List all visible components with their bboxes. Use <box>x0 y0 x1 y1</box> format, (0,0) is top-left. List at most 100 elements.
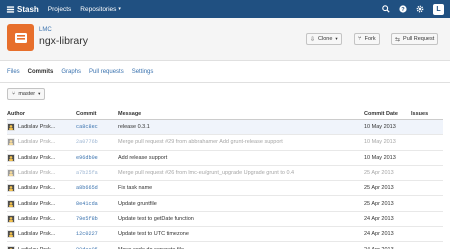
stash-logo-icon <box>6 5 15 13</box>
table-row[interactable]: Ladislav Prsk... a7b25fa Merge pull reques… <box>7 166 443 182</box>
author-name: Ladislav Prsk... <box>18 200 56 207</box>
project-name[interactable]: LMC <box>39 27 52 33</box>
nav-projects[interactable]: Projects <box>48 6 71 13</box>
nav-repositories[interactable]: Repositories ▾ <box>80 6 121 13</box>
tab-settings[interactable]: Settings <box>132 69 154 75</box>
commit-date: 24 Apr 2013 <box>364 215 394 222</box>
commit-date: 10 May 2013 <box>364 154 396 161</box>
commit-date: 10 May 2013 <box>364 139 396 146</box>
commit-message: Update test to UTC timezone <box>118 231 189 238</box>
table-body: Ladislav Prsk... ca8c8ec release 0.3.1 10 M… <box>7 120 443 249</box>
commits-table: Author Commit Message Commit Date Issues… <box>7 109 443 249</box>
search-icon[interactable] <box>382 5 390 13</box>
nav-repositories-label: Repositories <box>80 5 117 13</box>
repo-name: ngx-library <box>39 35 89 47</box>
commit-date: 25 Apr 2013 <box>364 200 394 207</box>
avatar-letter: L <box>436 5 441 13</box>
commit-hash-link[interactable]: 2a0776b <box>76 139 118 145</box>
commit-message: Add release support <box>118 154 168 161</box>
branch-icon: ⑂ <box>12 91 16 97</box>
commit-message: release 0.3.1 <box>118 124 150 131</box>
commit-hash-link[interactable]: 12c0227 <box>76 231 118 237</box>
help-icon[interactable]: ? <box>399 5 407 13</box>
table-row[interactable]: Ladislav Prsk... 2a0776b Merge pull reques… <box>7 135 443 151</box>
header-message: Message <box>118 111 142 117</box>
table-header: Author Commit Message Commit Date Issues <box>7 109 443 120</box>
user-icon <box>8 124 14 131</box>
commit-hash-link[interactable]: 79e5f8b <box>76 216 118 222</box>
commit-message: Merge pull request #29 from abbrahamer A… <box>118 139 283 146</box>
user-icon <box>8 231 14 238</box>
pull-request-button[interactable]: ⇆ Pull Request <box>391 33 439 45</box>
commit-hash-link[interactable]: a7b25fa <box>76 170 118 176</box>
fork-icon: ⑂ <box>358 36 362 42</box>
author-avatar <box>7 169 15 178</box>
table-row[interactable]: Ladislav Prsk... 12c0227 Update test to UT… <box>7 227 443 243</box>
author-avatar <box>7 214 15 223</box>
user-icon <box>8 170 14 177</box>
author-name: Ladislav Prsk... <box>18 139 56 146</box>
download-icon: ⇩ <box>310 36 316 43</box>
table-row[interactable]: Ladislav Prsk... ca8c8ec release 0.3.1 10 M… <box>7 120 443 136</box>
gear-icon[interactable] <box>416 5 424 13</box>
commit-hash-link[interactable]: ca8c8ec <box>76 124 118 130</box>
table-row[interactable]: Ladislav Prsk... e96db0e Add release suppo… <box>7 151 443 166</box>
author-cell: Ladislav Prsk... <box>7 245 76 249</box>
repo-header: LMC ngx-library ⇩ Clone ▾ ⑂ Fork ⇆ Pull … <box>0 18 450 61</box>
chevron-down-icon: ▾ <box>38 91 41 96</box>
stash-logo[interactable]: Stash <box>6 5 39 14</box>
chevron-down-icon: ▾ <box>335 36 338 41</box>
commit-hash-link[interactable]: 8e41cda <box>76 201 118 207</box>
header-date: Commit Date <box>364 111 398 117</box>
author-cell: Ladislav Prsk... <box>7 230 76 239</box>
fork-button[interactable]: ⑂ Fork <box>354 33 380 45</box>
table-row[interactable]: Ladislav Prsk... 79e5f8b Update test to ge… <box>7 212 443 228</box>
commit-message: Fix task name <box>118 185 153 192</box>
commit-hash-link[interactable]: a8b665d <box>76 185 118 191</box>
author-cell: Ladislav Prsk... <box>7 123 76 132</box>
commit-message: Update test to getDate function <box>118 215 194 222</box>
branch-name: master <box>18 91 36 97</box>
tab-commits[interactable]: Commits <box>28 69 54 75</box>
author-name: Ladislav Prsk... <box>18 185 56 192</box>
table-row[interactable]: Ladislav Prsk...80dec05Move code do sepa… <box>7 242 443 249</box>
commit-hash-link[interactable]: e96db0e <box>76 155 118 161</box>
chevron-down-icon: ▾ <box>118 6 121 12</box>
author-avatar <box>7 138 15 147</box>
tab-pull-requests[interactable]: Pull requests <box>89 69 124 75</box>
author-avatar <box>7 153 15 162</box>
author-cell: Ladislav Prsk... <box>7 138 76 147</box>
user-avatar[interactable]: L <box>433 3 444 15</box>
repo-tabs: Files Commits Graphs Pull requests Setti… <box>0 61 450 83</box>
commit-date: 25 Apr 2013 <box>364 185 394 192</box>
commit-date: 25 Apr 2013 <box>364 170 394 177</box>
header-commit: Commit <box>76 111 97 117</box>
author-avatar <box>7 230 15 239</box>
user-icon <box>8 139 14 146</box>
table-row[interactable]: Ladislav Prsk... a8b665d Fix task name 25 A… <box>7 181 443 197</box>
author-cell: Ladislav Prsk... <box>7 199 76 208</box>
user-icon <box>8 200 14 207</box>
user-icon <box>8 185 14 192</box>
author-cell: Ladislav Prsk... <box>7 153 76 162</box>
clone-label: Clone <box>318 36 333 42</box>
table-row[interactable]: Ladislav Prsk... 8e41cda Update gruntfile 2… <box>7 196 443 212</box>
commit-message: Merge pull request #26 from lmc-eu/grunt… <box>118 170 295 177</box>
fork-label: Fork <box>364 36 376 42</box>
brand-name: Stash <box>17 4 39 14</box>
author-avatar <box>7 245 15 249</box>
author-cell: Ladislav Prsk... <box>7 169 76 178</box>
svg-text:?: ? <box>401 7 405 13</box>
branch-selector[interactable]: ⑂ master ▾ <box>7 88 46 100</box>
author-name: Ladislav Prsk... <box>18 124 56 131</box>
header-issues: Issues <box>411 111 429 117</box>
author-avatar <box>7 184 15 193</box>
author-avatar <box>7 123 15 132</box>
clone-button[interactable]: ⇩ Clone ▾ <box>306 33 342 45</box>
author-name: Ladislav Prsk... <box>18 154 56 161</box>
commit-date: 10 May 2013 <box>364 124 396 131</box>
tab-graphs[interactable]: Graphs <box>61 69 81 75</box>
user-icon <box>8 154 14 161</box>
author-name: Ladislav Prsk... <box>18 215 56 222</box>
tab-files[interactable]: Files <box>7 69 20 75</box>
